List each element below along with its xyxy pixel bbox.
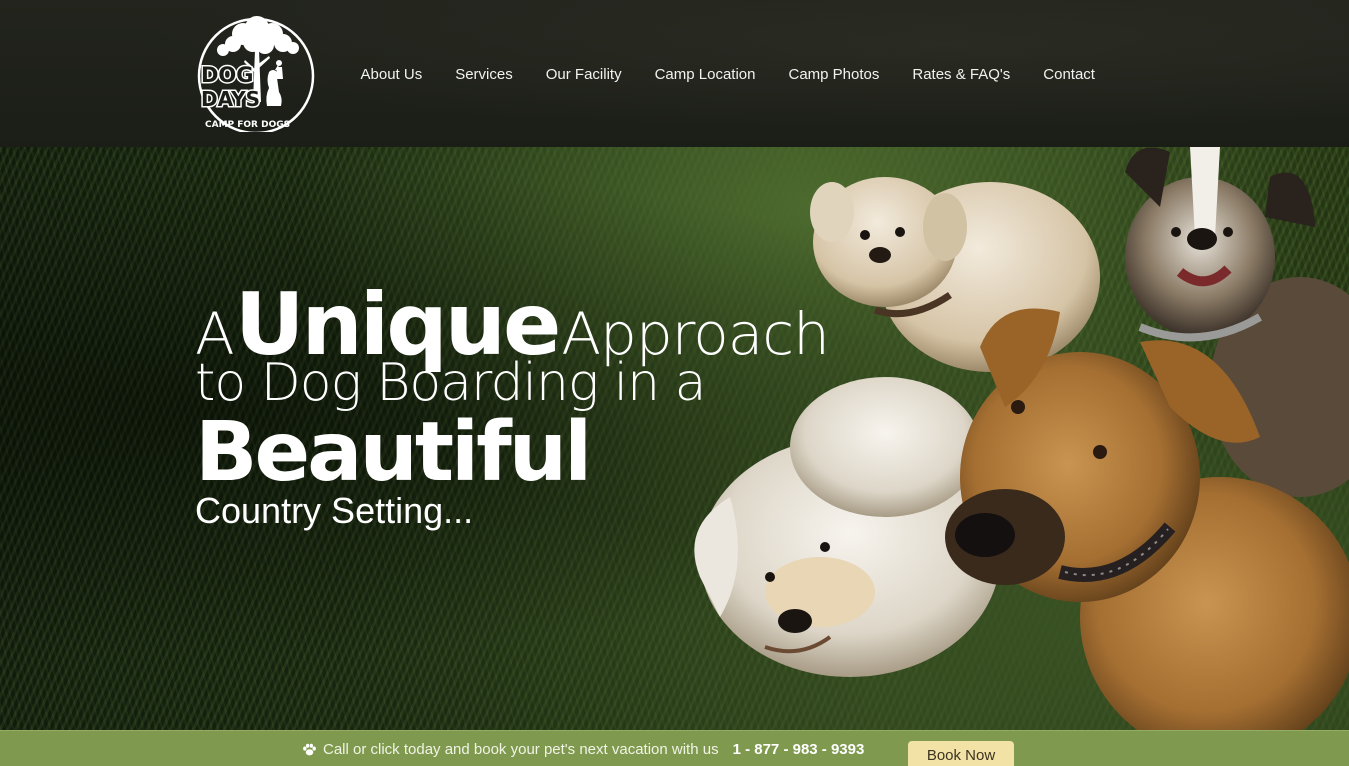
nav-about-us[interactable]: About Us — [344, 62, 439, 88]
headline-beautiful: Beautiful — [195, 405, 592, 500]
book-now-button[interactable]: Book Now — [908, 741, 1014, 766]
nav-services[interactable]: Services — [439, 62, 530, 88]
nav-camp-photos[interactable]: Camp Photos — [772, 62, 896, 88]
phone-link[interactable]: 1 - 877 - 983 - 9393 — [733, 741, 865, 758]
logo-tagline: CAMP FOR DOGS — [205, 120, 290, 130]
hero-banner: A Unique Approach to Dog Boarding in a B… — [0, 147, 1349, 730]
hero-headline: A Unique Approach to Dog Boarding in a B… — [195, 275, 830, 531]
logo-days-text: DAYS — [201, 87, 260, 111]
site-header: DOG DAYS CAMP FOR DOGS About Us Services… — [0, 0, 1349, 147]
nav-our-facility[interactable]: Our Facility — [529, 62, 638, 88]
logo-dog-text: DOG — [201, 63, 254, 87]
main-nav: About Us Services Our Facility Camp Loca… — [344, 62, 1111, 88]
cta-bar: Call or click today and book your pet's … — [0, 730, 1349, 766]
cta-message: Call or click today and book your pet's … — [323, 741, 719, 758]
nav-contact[interactable]: Contact — [1027, 62, 1112, 88]
paw-icon — [303, 743, 316, 756]
nav-camp-location[interactable]: Camp Location — [638, 62, 772, 88]
nav-rates-faqs[interactable]: Rates & FAQ's — [896, 62, 1027, 88]
dog-days-logo[interactable]: DOG DAYS CAMP FOR DOGS — [195, 10, 317, 135]
cta-content: Call or click today and book your pet's … — [302, 741, 864, 758]
